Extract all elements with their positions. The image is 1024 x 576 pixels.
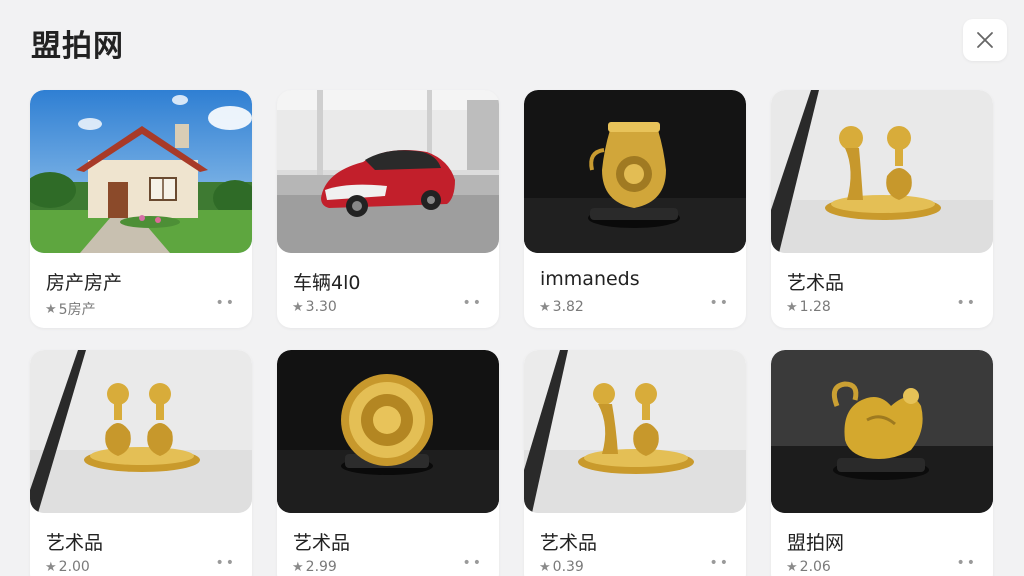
star-icon: ★ <box>786 559 798 575</box>
item-rating: ★ 0.39 <box>539 559 584 575</box>
item-title: 房产房产 <box>46 272 123 294</box>
rating-value: 0.39 <box>552 559 584 575</box>
item-card[interactable]: 盟拍网 ★ 2.06 •• <box>771 350 993 576</box>
star-icon: ★ <box>292 559 304 575</box>
star-icon: ★ <box>45 301 57 317</box>
item-card[interactable]: 艺术品 ★ 2.00 •• <box>30 350 252 576</box>
rating-value: 3.82 <box>552 299 584 315</box>
item-title: 盟拍网 <box>787 532 845 554</box>
item-title: 艺术品 <box>787 272 845 294</box>
more-icon[interactable]: •• <box>462 295 483 311</box>
item-image <box>524 90 746 253</box>
item-image <box>524 350 746 513</box>
item-title: 艺术品 <box>46 532 104 554</box>
item-title: 艺术品 <box>293 532 351 554</box>
item-rating: ★ 5房产 <box>45 299 96 319</box>
header: 盟拍网 <box>0 0 1024 84</box>
item-title: immaneds <box>540 268 640 290</box>
rating-value: 1.28 <box>799 299 831 315</box>
more-icon[interactable]: •• <box>215 555 236 571</box>
item-rating: ★ 2.00 <box>45 559 90 575</box>
item-card[interactable]: 车辆4l0 ★ 3.30 •• <box>277 90 499 328</box>
item-image <box>771 350 993 513</box>
item-rating: ★ 2.06 <box>786 559 831 575</box>
rating-value: 3.30 <box>305 299 337 315</box>
more-icon[interactable]: •• <box>215 295 236 311</box>
item-title: 车辆4l0 <box>293 272 361 294</box>
item-card[interactable]: 艺术品 ★ 2.99 •• <box>277 350 499 576</box>
star-icon: ★ <box>539 299 551 315</box>
rating-value: 5房产 <box>58 302 96 318</box>
close-icon <box>977 32 993 48</box>
star-icon: ★ <box>292 299 304 315</box>
more-icon[interactable]: •• <box>956 295 977 311</box>
item-card[interactable]: 艺术品 ★ 0.39 •• <box>524 350 746 576</box>
item-rating: ★ 3.30 <box>292 299 337 315</box>
item-card[interactable]: 房产房产 ★ 5房产 •• <box>30 90 252 328</box>
item-image <box>30 90 252 253</box>
more-icon[interactable]: •• <box>462 555 483 571</box>
item-grid: 房产房产 ★ 5房产 •• 车辆4l0 ★ 3.30 •• immaneds ★… <box>30 90 993 576</box>
item-title: 艺术品 <box>540 532 598 554</box>
rating-value: 2.99 <box>305 559 337 575</box>
rating-value: 2.00 <box>58 559 90 575</box>
star-icon: ★ <box>539 559 551 575</box>
close-button[interactable] <box>963 19 1007 61</box>
more-icon[interactable]: •• <box>956 555 977 571</box>
item-card[interactable]: 艺术品 ★ 1.28 •• <box>771 90 993 328</box>
item-rating: ★ 1.28 <box>786 299 831 315</box>
item-image <box>277 90 499 253</box>
item-image <box>771 90 993 253</box>
item-card[interactable]: immaneds ★ 3.82 •• <box>524 90 746 328</box>
page-title: 盟拍网 <box>31 29 124 64</box>
star-icon: ★ <box>786 299 798 315</box>
item-image <box>30 350 252 513</box>
item-rating: ★ 2.99 <box>292 559 337 575</box>
more-icon[interactable]: •• <box>709 295 730 311</box>
item-rating: ★ 3.82 <box>539 299 584 315</box>
item-image <box>277 350 499 513</box>
more-icon[interactable]: •• <box>709 555 730 571</box>
star-icon: ★ <box>45 559 57 575</box>
rating-value: 2.06 <box>799 559 831 575</box>
